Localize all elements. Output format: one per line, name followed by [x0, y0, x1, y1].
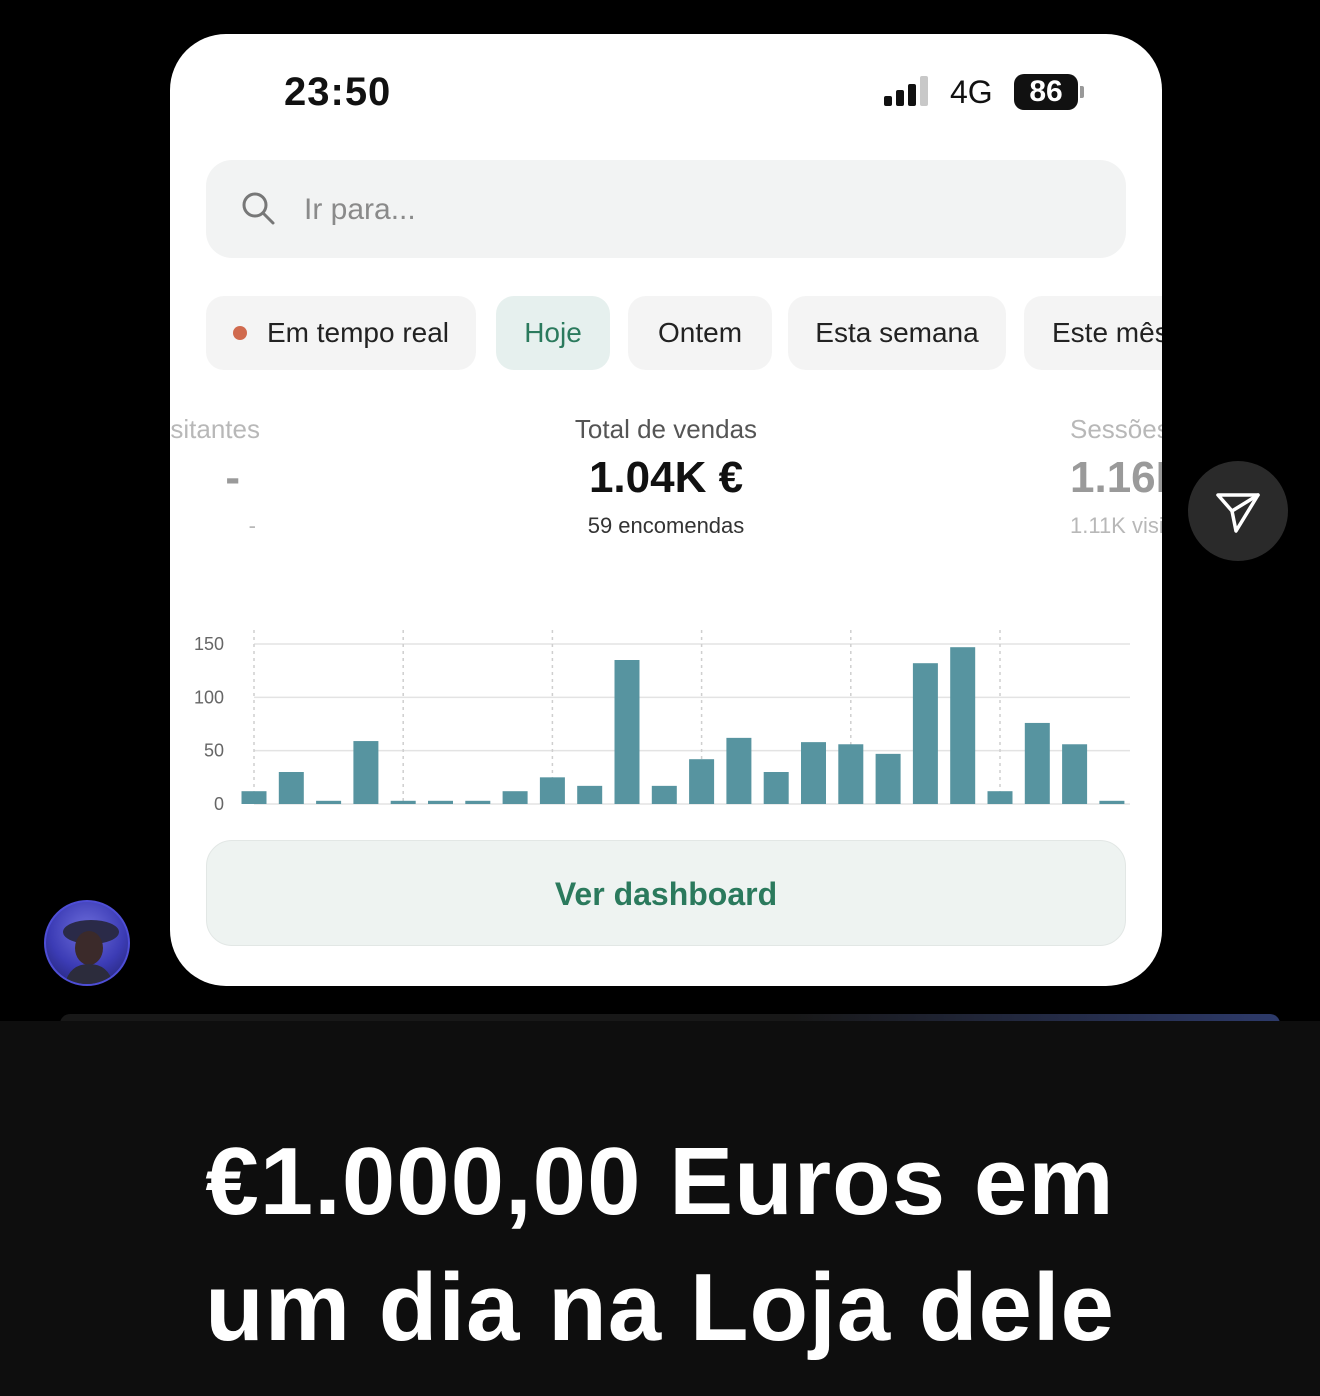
metric-label: Visitantes	[170, 414, 260, 444]
filter-this-week[interactable]: Esta semana	[788, 296, 1006, 370]
chart-bar	[428, 800, 453, 804]
search-input[interactable]	[302, 186, 1086, 234]
chart-bar	[278, 772, 304, 804]
filter-label: Ontem	[657, 317, 743, 348]
y-tick-label: 0	[214, 794, 224, 814]
status-time: 23:50	[284, 70, 392, 114]
chart-bar	[465, 800, 491, 804]
chart-bar	[316, 800, 342, 804]
signal-icon	[884, 76, 934, 106]
metric-label: Total de vendas	[574, 414, 758, 444]
chart-bar	[539, 777, 565, 804]
chart-bar	[875, 753, 901, 804]
metric-value: -	[225, 453, 240, 502]
filter-label: Este mês	[1052, 317, 1162, 348]
filter-label: Esta semana	[815, 317, 979, 348]
search-bar[interactable]	[206, 160, 1126, 258]
chart-bar	[502, 791, 528, 804]
filter-label: Hoje	[524, 317, 582, 348]
share-button[interactable]	[1188, 461, 1288, 561]
chart-bar	[577, 785, 603, 804]
filter-realtime[interactable]: Em tempo real	[206, 296, 476, 370]
chart-bar	[1062, 744, 1088, 804]
caption-overlay: €1.000,00 Euros em um dia na Loja dele	[0, 1021, 1320, 1396]
chart-bar	[801, 742, 826, 804]
metric-value: 1.04K €	[588, 453, 744, 502]
network-label: 4G	[950, 74, 993, 110]
y-tick-label: 100	[194, 687, 224, 707]
chart-bar	[353, 741, 379, 804]
filter-label: Em tempo real	[266, 317, 450, 348]
live-dot-icon	[232, 325, 247, 340]
avatar[interactable]	[44, 900, 130, 986]
metric-sub: 1.11K visitantes	[1070, 513, 1162, 538]
chart-bar	[651, 785, 677, 804]
filter-this-month[interactable]: Este mês	[1024, 296, 1162, 370]
caption-line-1: €1.000,00 Euros em	[205, 1128, 1115, 1235]
metric-sub: 59 encomendas	[587, 513, 745, 538]
metric-label: Sessões	[1070, 414, 1162, 444]
view-dashboard-button[interactable]: Ver dashboard	[206, 840, 1126, 946]
chart-bar	[763, 772, 789, 804]
y-tick-label: 50	[204, 741, 224, 761]
caption-line-2: um dia na Loja dele	[205, 1254, 1115, 1361]
chart-bar	[390, 800, 416, 804]
profile-photo-icon	[63, 920, 119, 984]
chart-bar	[987, 791, 1013, 804]
chart-bar	[912, 663, 938, 804]
filter-today[interactable]: Hoje	[496, 296, 610, 370]
chart-bar	[689, 759, 715, 804]
chart-bar	[1099, 800, 1125, 804]
search-icon	[242, 192, 275, 225]
phone-screenshot-card: 23:50 4G 86 Em tempo real Hoje Ontem Est…	[170, 34, 1162, 986]
chart-bar	[1024, 722, 1050, 804]
chart-bar	[614, 660, 640, 804]
chart-bar	[838, 744, 864, 804]
hourly-sales-chart: 0501001500 a.m.4 a.m.8 a.m.0 p.m.4 p.m.8…	[194, 630, 1130, 814]
filter-yesterday[interactable]: Ontem	[628, 296, 772, 370]
send-icon	[1216, 493, 1260, 533]
chart-bar	[241, 791, 267, 804]
battery-icon: 86	[1014, 74, 1078, 110]
metric-visitors[interactable]: Visitantes - -	[170, 414, 260, 539]
metric-sub: -	[248, 513, 256, 538]
y-tick-label: 150	[194, 634, 224, 654]
chart-bar	[950, 647, 976, 804]
metric-total-sales[interactable]: Total de vendas 1.04K € 59 encomendas	[516, 414, 816, 539]
chart-bar	[726, 737, 752, 804]
metric-sessions[interactable]: Sessões 1.16K 1.11K visitantes	[1070, 414, 1162, 539]
metric-value: 1.16K	[1070, 453, 1162, 502]
battery-tip	[1080, 86, 1084, 98]
